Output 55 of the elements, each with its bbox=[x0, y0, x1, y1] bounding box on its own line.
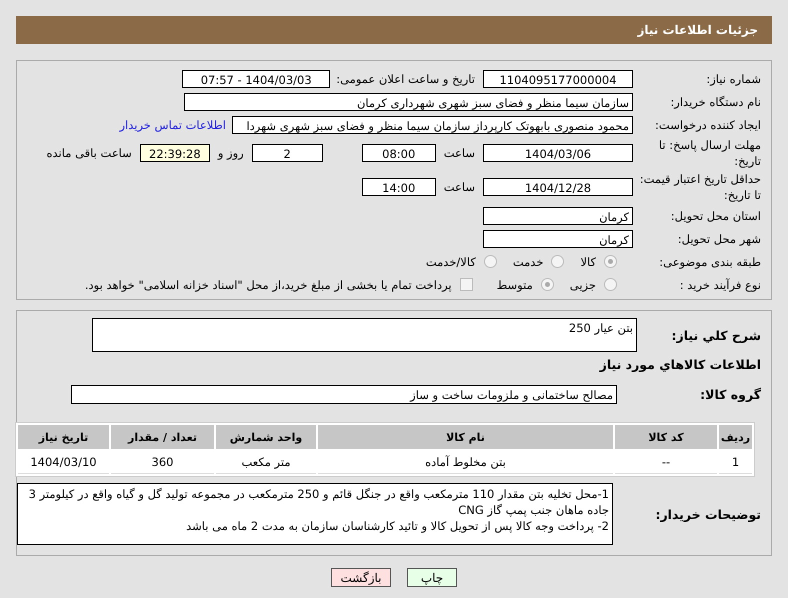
field-label: روز و bbox=[218, 146, 244, 160]
column-header: نام کالا bbox=[318, 425, 613, 449]
field-label: مهلت ارسال پاسخ: تا تاریخ: bbox=[658, 137, 762, 169]
column-header: تاریخ نیاز bbox=[18, 425, 109, 449]
field-label: حداقل تاریخ اعتبار قیمت: تا تاریخ: bbox=[638, 171, 762, 203]
column-header: واحد شمارش bbox=[216, 425, 316, 449]
radio-label: متوسط bbox=[496, 278, 533, 292]
print-button[interactable]: چاپ bbox=[407, 568, 457, 587]
field-label: شرح کلي نیاز: bbox=[670, 328, 762, 342]
buyer-org-field: سازمان سیما منظر و فضای سبز شهری شهرداری کرمان bbox=[184, 92, 633, 110]
city-field: کرمان bbox=[483, 230, 633, 248]
buyer-contact-link[interactable]: اطلاعات تماس خریدار bbox=[119, 118, 226, 132]
summary-textarea[interactable]: بتن عیار 250 bbox=[92, 318, 637, 352]
radio-button[interactable] bbox=[551, 255, 564, 268]
radio-button[interactable] bbox=[540, 278, 554, 291]
checkbox[interactable] bbox=[460, 278, 473, 291]
page-title: جزئیات اطلاعات نیاز bbox=[637, 23, 758, 37]
time-field: 08:00 bbox=[362, 144, 436, 162]
radio-label: جزیی bbox=[570, 278, 596, 292]
radio-button[interactable] bbox=[484, 255, 497, 268]
field-label: ایجاد کننده درخواست: bbox=[654, 118, 762, 132]
radio-button[interactable] bbox=[604, 278, 617, 291]
field-label: ساعت باقی مانده bbox=[46, 146, 132, 160]
notes-textarea[interactable]: 1-محل تخلیه بتن مقدار 110 مترمکعب واقع در جنگل قائم و 250 مترمکعب در مجموعه تولید گل و گیاه واقع در کیلومتر 3 جاده ماهان جنب پمپ گاز CNG 2- پرداخت وجه کالا پس از تحویل کالا و تائید کارشناسان سازمان به مدت 2 ماه می باشد bbox=[17, 483, 613, 545]
remaining-time-field: 22:39:28 bbox=[140, 144, 210, 162]
field-label: ساعت bbox=[444, 180, 475, 194]
column-header: تعداد / مقدار bbox=[111, 425, 214, 449]
radio-button[interactable] bbox=[604, 255, 617, 268]
goods-group-field: مصالح ساختمانی و ملزومات ساخت و ساز bbox=[71, 384, 617, 404]
field-label: توضیحات خریدار: bbox=[654, 506, 762, 522]
radio-label: کالا/خدمت bbox=[426, 254, 476, 268]
days-field: 2 bbox=[252, 144, 323, 162]
time-field: 14:00 bbox=[362, 178, 436, 196]
field-label: ساعت bbox=[444, 146, 475, 160]
radio-label: کالا bbox=[580, 254, 596, 268]
back-button[interactable]: بازگشت bbox=[331, 568, 391, 587]
date-field: 1404/03/06 bbox=[483, 144, 633, 162]
radio-label: خدمت bbox=[512, 254, 544, 268]
field-label: نوع فرآیند خرید : bbox=[678, 278, 762, 292]
field-label: نام دستگاه خریدار: bbox=[669, 94, 762, 108]
field-label: شهر محل تحویل: bbox=[676, 232, 762, 246]
requester-field: محمود منصوری بابهوتک کارپرداز سازمان سیما منظر و فضای سبز شهری شهردا bbox=[232, 116, 633, 134]
checkbox-label: پرداخت تمام یا بخشی از مبلغ خرید،از محل "اسناد خزانه اسلامی" خواهد بود. bbox=[84, 278, 452, 292]
field-label: گروه کالا: bbox=[699, 386, 762, 402]
column-header: کد کالا bbox=[615, 425, 717, 449]
field-label: تاریخ و ساعت اعلان عمومی: bbox=[336, 72, 475, 86]
need-number-field: 1104095177000004 bbox=[483, 70, 633, 88]
field-label: استان محل تحویل: bbox=[670, 208, 762, 222]
province-field: کرمان bbox=[483, 206, 633, 224]
date-field: 1404/12/28 bbox=[483, 178, 633, 196]
field-label: طبقه بندی موضوعی: bbox=[658, 254, 762, 268]
field-label: شماره نیاز: bbox=[705, 72, 762, 86]
column-header: ردیف bbox=[719, 425, 752, 449]
section-title: اطلاعات کالاهاي مورد نیاز bbox=[598, 356, 762, 374]
announce-date-field: 1404/03/03 - 07:57 bbox=[182, 70, 330, 88]
